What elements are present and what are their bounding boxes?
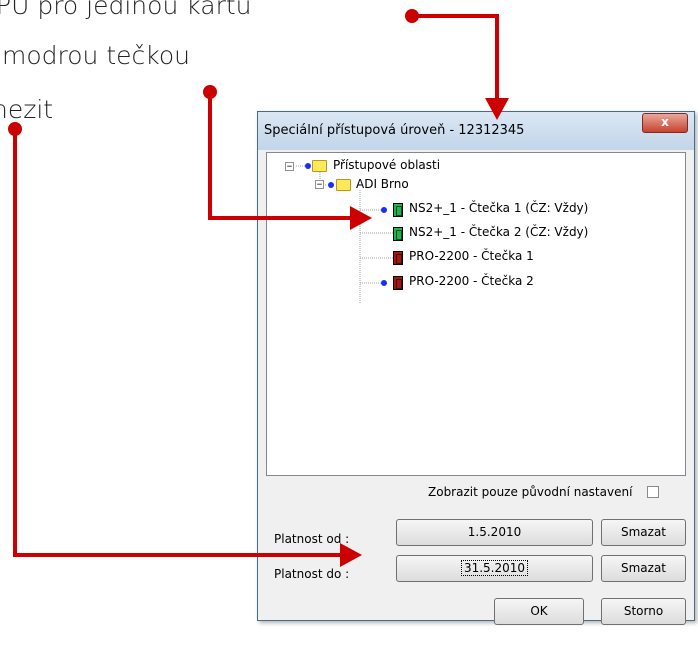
reader-offline-icon [393,276,403,290]
title-bar: Speciální přístupová úroveň - 12312345 x [258,112,694,150]
tree-node-reader-4[interactable]: PRO-2200 - Čtečka 2 [409,274,534,288]
blue-dot-icon [381,280,387,286]
valid-to-date-value: 31.5.2010 [460,560,529,576]
clear-valid-from-button[interactable]: Smazat [601,519,686,546]
valid-to-date-button[interactable]: 31.5.2010 [396,555,593,582]
valid-to-label: Platnost do : [274,567,350,581]
annotation-text-line2: modrou tečkou [2,41,190,70]
close-button[interactable]: x [642,113,688,133]
valid-from-label: Platnost od : [274,532,350,546]
access-areas-tree[interactable]: − Přístupové oblasti − ADI Brno NS2+_1 -… [266,152,686,476]
reader-offline-icon [393,251,403,265]
reader-online-icon [393,227,403,241]
arrow-to-title [412,14,499,100]
tree-node-reader-3[interactable]: PRO-2200 - Čtečka 1 [409,249,534,263]
folder-icon [312,160,327,172]
blue-dot-icon [328,182,334,188]
reader-online-icon [393,203,403,217]
show-original-label: Zobrazit pouze původní nastavení [428,485,633,499]
special-access-level-dialog: Speciální přístupová úroveň - 12312345 x… [257,111,695,625]
tree-node-reader-1[interactable]: NS2+_1 - Čtečka 1 (ČZ: Vždy) [409,201,588,215]
arrow-start-dot [8,122,22,136]
collapse-icon[interactable]: − [315,180,324,190]
annotation-text-line1: PU pro jedinou kartu [0,0,252,20]
blue-dot-icon [381,207,387,213]
ok-button[interactable]: OK [494,598,584,625]
valid-from-date-button[interactable]: 1.5.2010 [396,519,593,546]
tree-node-access-areas[interactable]: Přístupové oblasti [333,158,440,172]
blue-dot-icon [305,163,311,169]
arrow-start-dot [203,85,217,99]
arrow-start-dot [405,9,419,23]
valid-from-date-value: 1.5.2010 [467,525,522,539]
annotation-text-line3: nezit [0,95,54,124]
tree-node-adi-brno[interactable]: ADI Brno [356,177,409,191]
folder-icon [336,179,351,191]
cancel-button[interactable]: Storno [601,598,686,625]
show-original-checkbox[interactable] [647,486,659,498]
collapse-icon[interactable]: − [285,162,294,172]
dialog-title: Speciální přístupová úroveň - 12312345 [264,123,525,138]
clear-valid-to-button[interactable]: Smazat [601,555,686,582]
tree-node-reader-2[interactable]: NS2+_1 - Čtečka 2 (ČZ: Vždy) [409,225,588,239]
